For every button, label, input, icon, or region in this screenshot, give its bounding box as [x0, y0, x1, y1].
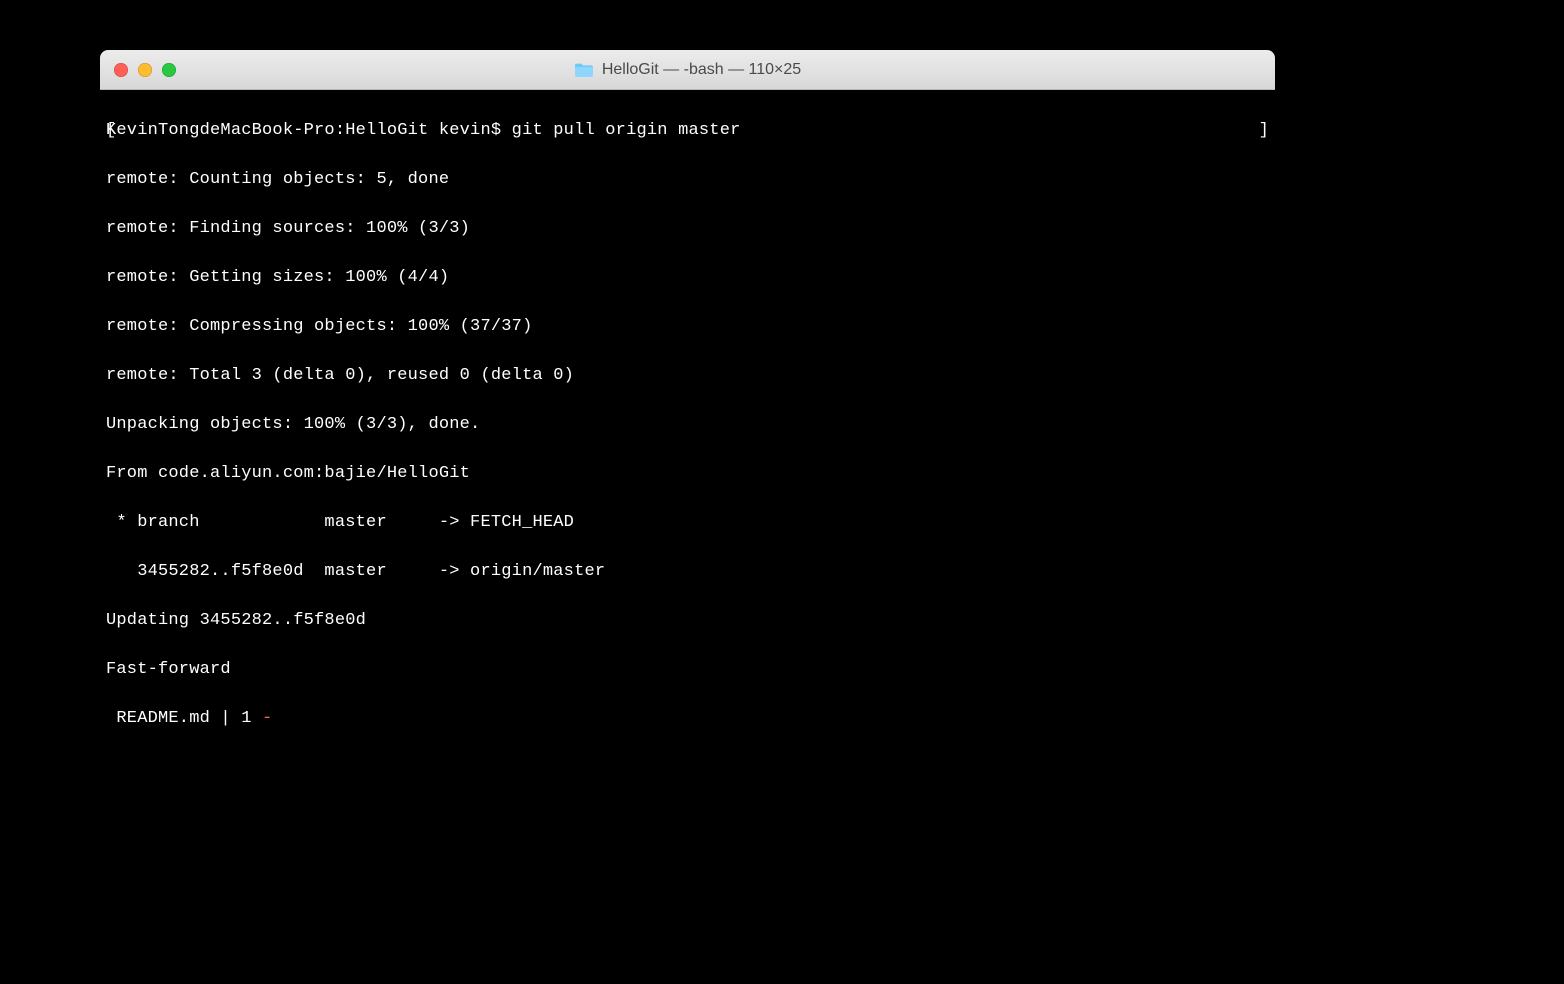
output-line: remote: Total 3 (delta 0), reused 0 (del…	[106, 364, 1269, 389]
output-line: * branch master -> FETCH_HEAD	[106, 511, 1269, 536]
diff-file: README.md | 1	[106, 709, 262, 728]
output-line: From code.aliyun.com:bajie/HelloGit	[106, 462, 1269, 487]
prompt-command: KevinTongdeMacBook-Pro:HelloGit kevin$ g…	[106, 121, 741, 140]
output-line: remote: Getting sizes: 100% (4/4)	[106, 266, 1269, 291]
window-title: HelloGit — -bash — 110×25	[100, 61, 1275, 79]
output-line: Unpacking objects: 100% (3/3), done.	[106, 413, 1269, 438]
diff-line: README.md | 1 -	[106, 707, 1269, 731]
traffic-lights	[100, 63, 176, 77]
output-line: 3455282..f5f8e0d master -> origin/master	[106, 560, 1269, 585]
zoom-icon[interactable]	[162, 63, 176, 77]
bracket-open: [	[106, 119, 116, 144]
output-line: remote: Compressing objects: 100% (37/37…	[106, 315, 1269, 340]
output-line: Updating 3455282..f5f8e0d	[106, 609, 1269, 634]
diff-minus: -	[262, 709, 272, 728]
prompt-line: [KevinTongdeMacBook-Pro:HelloGit kevin$ …	[106, 119, 1269, 144]
window-title-text: HelloGit — -bash — 110×25	[602, 61, 801, 79]
output-line: remote: Finding sources: 100% (3/3)	[106, 217, 1269, 242]
terminal-window: HelloGit — -bash — 110×25 [KevinTongdeMa…	[100, 50, 1275, 730]
window-titlebar[interactable]: HelloGit — -bash — 110×25	[100, 50, 1275, 90]
minimize-icon[interactable]	[138, 63, 152, 77]
screen: HelloGit — -bash — 110×25 [KevinTongdeMa…	[0, 0, 1564, 984]
close-icon[interactable]	[114, 63, 128, 77]
folder-icon	[574, 62, 594, 78]
terminal-content[interactable]: [KevinTongdeMacBook-Pro:HelloGit kevin$ …	[100, 90, 1275, 730]
output-line: Fast-forward	[106, 658, 1269, 683]
output-line: remote: Counting objects: 5, done	[106, 168, 1269, 193]
bracket-close: ]	[1259, 119, 1269, 144]
